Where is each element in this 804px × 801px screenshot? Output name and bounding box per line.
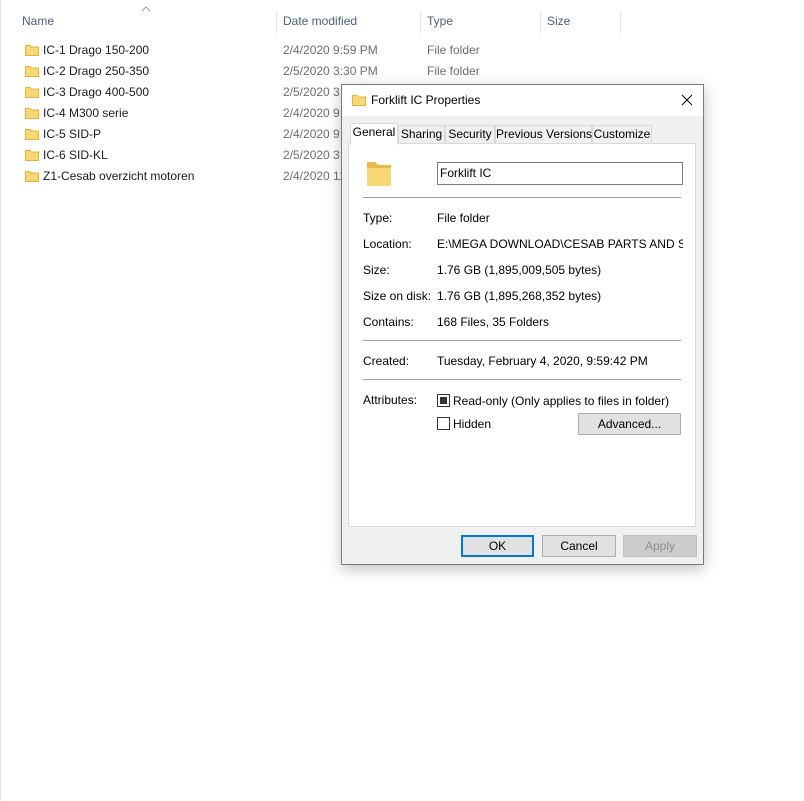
readonly-checkbox[interactable] bbox=[437, 394, 450, 407]
apply-button[interactable]: Apply bbox=[623, 535, 697, 557]
folder-date-modified: 2/4/2020 9:59 PM bbox=[283, 43, 378, 57]
sort-ascending-icon bbox=[141, 6, 151, 12]
folder-date-modified: 2/5/2020 3: bbox=[283, 85, 344, 99]
attributes-label: Attributes: bbox=[363, 393, 418, 407]
folder-name-input[interactable]: Forklift IC bbox=[437, 162, 683, 185]
column-header-size[interactable]: Size bbox=[547, 14, 570, 28]
tab-general[interactable]: General bbox=[350, 123, 398, 145]
folder-icon bbox=[352, 95, 366, 106]
column-header-bar: Name Date modified Type Size bbox=[1, 0, 804, 35]
folder-date-modified: 2/5/2020 3:30 PM bbox=[283, 64, 378, 78]
folder-name: IC-4 M300 serie bbox=[43, 106, 129, 120]
size-value: 1.76 GB (1,895,009,505 bytes) bbox=[437, 263, 602, 277]
created-value: Tuesday, February 4, 2020, 9:59:42 PM bbox=[437, 354, 648, 368]
hidden-checkbox[interactable] bbox=[437, 417, 450, 430]
folder-type: File folder bbox=[427, 64, 480, 78]
close-button[interactable] bbox=[671, 85, 703, 115]
tab-security[interactable]: Security bbox=[445, 125, 495, 144]
advanced-button[interactable]: Advanced... bbox=[578, 413, 681, 435]
ok-button[interactable]: OK bbox=[461, 535, 534, 557]
folder-icon bbox=[25, 129, 39, 140]
folder-name: IC-1 Drago 150-200 bbox=[43, 43, 150, 57]
created-label: Created: bbox=[363, 354, 410, 368]
column-header-name[interactable]: Name bbox=[22, 14, 54, 28]
folder-name: Z1-Cesab overzicht motoren bbox=[43, 169, 195, 183]
readonly-checkbox-label[interactable]: Read-only (Only applies to files in fold… bbox=[453, 394, 669, 408]
contains-value: 168 Files, 35 Folders bbox=[437, 315, 550, 329]
folder-icon bbox=[25, 45, 39, 56]
properties-dialog: Forklift IC Properties General Sharing S… bbox=[341, 84, 704, 565]
tab-previous-versions[interactable]: Previous Versions bbox=[495, 125, 592, 144]
type-value: File folder bbox=[437, 211, 490, 225]
folder-icon bbox=[25, 87, 39, 98]
divider bbox=[363, 379, 681, 380]
indeterminate-mark bbox=[440, 397, 447, 404]
size-label: Size: bbox=[363, 263, 390, 277]
folder-name: IC-3 Drago 400-500 bbox=[43, 85, 150, 99]
size-on-disk-label: Size on disk: bbox=[363, 289, 432, 303]
size-on-disk-value: 1.76 GB (1,895,268,352 bytes) bbox=[437, 289, 602, 303]
column-divider[interactable] bbox=[540, 10, 541, 34]
general-tab-panel: Forklift IC Type: File folder Location: … bbox=[348, 143, 696, 527]
tab-sharing[interactable]: Sharing bbox=[398, 125, 445, 144]
location-label: Location: bbox=[363, 237, 412, 251]
hidden-checkbox-label[interactable]: Hidden bbox=[453, 417, 491, 431]
column-header-date-modified[interactable]: Date modified bbox=[283, 14, 357, 28]
folder-icon bbox=[25, 171, 39, 182]
contains-label: Contains: bbox=[363, 315, 414, 329]
folder-name: IC-5 SID-P bbox=[43, 127, 102, 141]
cancel-button[interactable]: Cancel bbox=[542, 535, 616, 557]
folder-date-modified: 2/4/2020 9: bbox=[283, 106, 344, 120]
divider bbox=[363, 197, 681, 198]
folder-icon bbox=[367, 162, 391, 186]
dialog-title: Forklift IC Properties bbox=[371, 93, 481, 107]
folder-name: IC-2 Drago 250-350 bbox=[43, 64, 150, 78]
folder-icon bbox=[25, 150, 39, 161]
column-header-type[interactable]: Type bbox=[427, 14, 453, 28]
list-item-folder[interactable]: IC-1 Drago 150-200 2/4/2020 9:59 PM File… bbox=[1, 40, 804, 61]
type-label: Type: bbox=[363, 211, 393, 225]
tab-strip: General Sharing Security Previous Versio… bbox=[350, 123, 690, 145]
column-divider[interactable] bbox=[420, 10, 421, 34]
folder-type: File folder bbox=[427, 43, 480, 57]
folder-name: IC-6 SID-KL bbox=[43, 148, 108, 162]
tab-customize[interactable]: Customize bbox=[592, 125, 652, 144]
close-icon bbox=[681, 94, 693, 106]
folder-icon bbox=[25, 66, 39, 77]
folder-date-modified: 2/4/2020 11 bbox=[283, 169, 346, 183]
dialog-title-bar[interactable]: Forklift IC Properties bbox=[342, 85, 703, 116]
column-divider[interactable] bbox=[276, 10, 277, 34]
folder-date-modified: 2/4/2020 9: bbox=[283, 127, 344, 141]
divider bbox=[363, 340, 681, 341]
list-item-folder[interactable]: IC-2 Drago 250-350 2/5/2020 3:30 PM File… bbox=[1, 61, 804, 82]
column-divider[interactable] bbox=[620, 10, 621, 34]
folder-date-modified: 2/5/2020 3: bbox=[283, 148, 344, 162]
location-value[interactable]: E:\MEGA DOWNLOAD\CESAB PARTS AND SERV bbox=[437, 237, 683, 251]
folder-icon bbox=[25, 108, 39, 119]
